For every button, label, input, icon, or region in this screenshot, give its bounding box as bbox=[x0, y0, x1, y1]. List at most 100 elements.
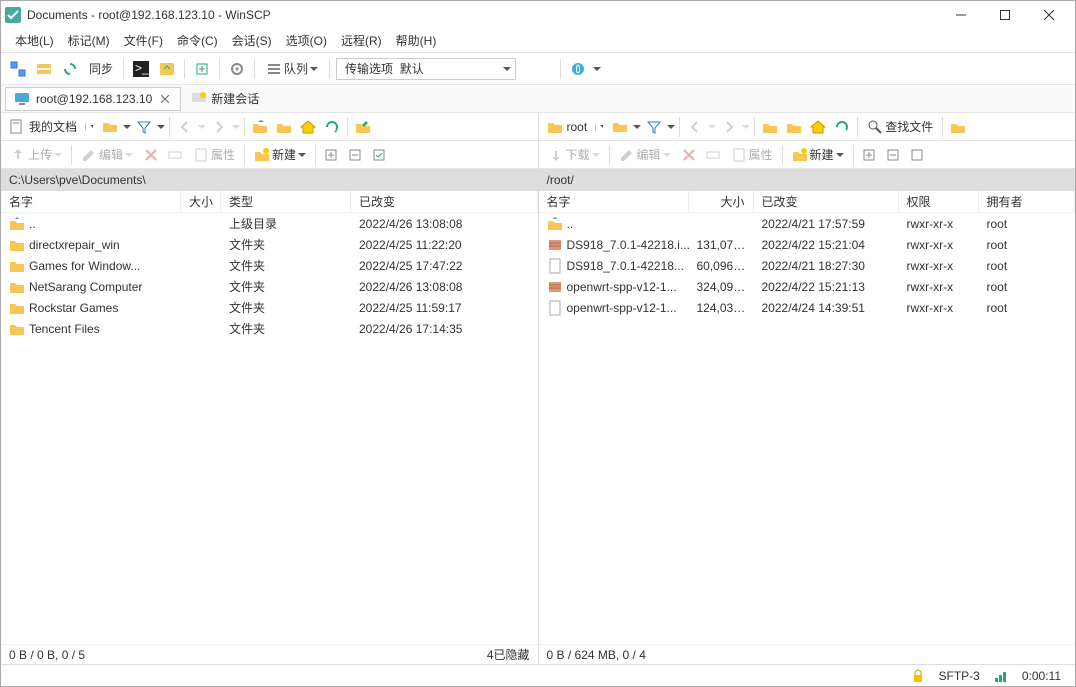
table-row[interactable]: NetSarang Computer文件夹2022/4/26 13:08:08 bbox=[1, 276, 538, 297]
new-session-tab[interactable]: 新建会话 bbox=[183, 90, 267, 107]
menu-local[interactable]: 本地(L) bbox=[9, 30, 60, 51]
chevron-down-icon[interactable] bbox=[633, 123, 641, 131]
upload-button[interactable]: 上传 bbox=[5, 144, 67, 166]
col-size[interactable]: 大小 bbox=[181, 191, 221, 212]
local-drive-label: 我的文档 bbox=[29, 118, 77, 135]
minus-icon[interactable] bbox=[344, 144, 366, 166]
refresh-icon[interactable] bbox=[321, 116, 343, 138]
sync-label[interactable]: 同步 bbox=[85, 60, 117, 77]
file-changed: 2022/4/24 14:39:51 bbox=[754, 300, 899, 316]
session-tab[interactable]: root@192.168.123.10 bbox=[5, 87, 181, 111]
local-list-header[interactable]: 名字 大小 类型 已改变 bbox=[1, 191, 538, 213]
edit-button[interactable]: 编辑 bbox=[76, 144, 138, 166]
root-folder-icon[interactable] bbox=[783, 116, 805, 138]
col-changed[interactable]: 已改变 bbox=[351, 191, 538, 212]
chevron-down-icon[interactable] bbox=[157, 123, 165, 131]
edit-button[interactable]: 编辑 bbox=[614, 144, 676, 166]
chevron-down-icon[interactable] bbox=[593, 65, 601, 73]
select-icon[interactable] bbox=[368, 144, 390, 166]
open-folder-icon[interactable] bbox=[99, 116, 121, 138]
remote-file-list[interactable]: ..2022/4/21 17:57:59rwxr-xr-xrootDS918_7… bbox=[539, 213, 1076, 644]
remote-drive-combo[interactable]: root bbox=[543, 116, 608, 138]
table-row[interactable]: Tencent Files文件夹2022/4/26 17:14:35 bbox=[1, 318, 538, 339]
table-row[interactable]: DS918_7.0.1-42218.i...131,072...2022/4/2… bbox=[539, 234, 1076, 255]
menu-remote[interactable]: 远程(R) bbox=[335, 30, 388, 51]
titlebar: Documents - root@192.168.123.10 - WinSCP bbox=[1, 1, 1075, 29]
minus-icon[interactable] bbox=[882, 144, 904, 166]
forward-icon[interactable] bbox=[718, 116, 740, 138]
file-type: 上级目录 bbox=[221, 214, 351, 233]
col-size[interactable]: 大小 bbox=[689, 191, 754, 212]
file-changed: 2022/4/25 11:22:20 bbox=[351, 237, 538, 253]
table-row[interactable]: directxrepair_win文件夹2022/4/25 11:22:20 bbox=[1, 234, 538, 255]
local-drive-combo[interactable]: 我的文档 bbox=[5, 116, 97, 138]
table-row[interactable]: ..2022/4/21 17:57:59rwxr-xr-xroot bbox=[539, 213, 1076, 234]
queue-button[interactable]: 队列 bbox=[261, 58, 323, 80]
chevron-down-icon[interactable] bbox=[123, 123, 131, 131]
properties-button[interactable]: 属性 bbox=[188, 144, 240, 166]
delete-icon[interactable] bbox=[678, 144, 700, 166]
col-name[interactable]: 名字 bbox=[539, 191, 689, 212]
bookmark-icon[interactable] bbox=[947, 116, 969, 138]
table-row[interactable]: ..上级目录2022/4/26 13:08:08 bbox=[1, 213, 538, 234]
close-button[interactable] bbox=[1027, 1, 1071, 29]
root-folder-icon[interactable] bbox=[273, 116, 295, 138]
properties-button[interactable]: 属性 bbox=[726, 144, 778, 166]
add-queue-icon[interactable] bbox=[191, 58, 213, 80]
maximize-button[interactable] bbox=[983, 1, 1027, 29]
compare-icon[interactable] bbox=[33, 58, 55, 80]
download-button[interactable]: 下载 bbox=[543, 144, 605, 166]
file-type: 文件夹 bbox=[221, 235, 351, 254]
back-icon[interactable] bbox=[174, 116, 196, 138]
gear-icon[interactable] bbox=[226, 58, 248, 80]
home-icon[interactable] bbox=[807, 116, 829, 138]
col-name[interactable]: 名字 bbox=[1, 191, 181, 212]
filter-icon[interactable] bbox=[643, 116, 665, 138]
rename-icon[interactable] bbox=[702, 144, 724, 166]
chevron-down-icon[interactable] bbox=[667, 123, 675, 131]
col-changed[interactable]: 已改变 bbox=[754, 191, 899, 212]
parent-folder-icon[interactable] bbox=[759, 116, 781, 138]
bookmark-icon[interactable] bbox=[352, 116, 374, 138]
close-tab-icon[interactable] bbox=[158, 92, 172, 106]
table-row[interactable]: DS918_7.0.1-42218...60,096 ...2022/4/21 … bbox=[539, 255, 1076, 276]
parent-folder-icon[interactable] bbox=[249, 116, 271, 138]
sync-browse-icon[interactable] bbox=[7, 58, 29, 80]
back-icon[interactable] bbox=[684, 116, 706, 138]
terminal-icon[interactable]: >_ bbox=[130, 58, 152, 80]
menu-options[interactable]: 选项(O) bbox=[280, 30, 333, 51]
forward-icon[interactable] bbox=[208, 116, 230, 138]
remote-list-header[interactable]: 名字 大小 已改变 权限 拥有者 bbox=[539, 191, 1076, 213]
file-name: DS918_7.0.1-42218.i... bbox=[567, 238, 689, 252]
home-icon[interactable] bbox=[297, 116, 319, 138]
transfer-settings-combo[interactable]: 传输选项 默认 bbox=[336, 58, 516, 80]
menu-mark[interactable]: 标记(M) bbox=[62, 30, 116, 51]
minimize-button[interactable] bbox=[939, 1, 983, 29]
table-row[interactable]: Rockstar Games文件夹2022/4/25 11:59:17 bbox=[1, 297, 538, 318]
sync-icon[interactable] bbox=[59, 58, 81, 80]
table-row[interactable]: Games for Window...文件夹2022/4/25 17:47:22 bbox=[1, 255, 538, 276]
refresh-icon[interactable] bbox=[831, 116, 853, 138]
menu-help[interactable]: 帮助(H) bbox=[390, 30, 443, 51]
delete-icon[interactable] bbox=[140, 144, 162, 166]
menu-commands[interactable]: 命令(C) bbox=[171, 30, 224, 51]
new-button[interactable]: 新建 bbox=[787, 144, 849, 166]
open-folder-icon[interactable] bbox=[609, 116, 631, 138]
local-file-list[interactable]: ..上级目录2022/4/26 13:08:08directxrepair_wi… bbox=[1, 213, 538, 644]
new-button[interactable]: 新建 bbox=[249, 144, 311, 166]
col-owner[interactable]: 拥有者 bbox=[979, 191, 1076, 212]
plus-icon[interactable] bbox=[858, 144, 880, 166]
new-session-icon[interactable] bbox=[567, 58, 589, 80]
sync-folders-icon[interactable] bbox=[156, 58, 178, 80]
plus-icon[interactable] bbox=[320, 144, 342, 166]
col-perms[interactable]: 权限 bbox=[899, 191, 979, 212]
table-row[interactable]: openwrt-spp-v12-1...324,096...2022/4/22 … bbox=[539, 276, 1076, 297]
menu-files[interactable]: 文件(F) bbox=[118, 30, 169, 51]
find-files-button[interactable]: 查找文件 bbox=[862, 116, 938, 138]
rename-icon[interactable] bbox=[164, 144, 186, 166]
table-row[interactable]: openwrt-spp-v12-1...124,032...2022/4/24 … bbox=[539, 297, 1076, 318]
col-type[interactable]: 类型 bbox=[221, 191, 351, 212]
menu-session[interactable]: 会话(S) bbox=[226, 30, 278, 51]
filter-icon[interactable] bbox=[133, 116, 155, 138]
select-icon[interactable] bbox=[906, 144, 928, 166]
